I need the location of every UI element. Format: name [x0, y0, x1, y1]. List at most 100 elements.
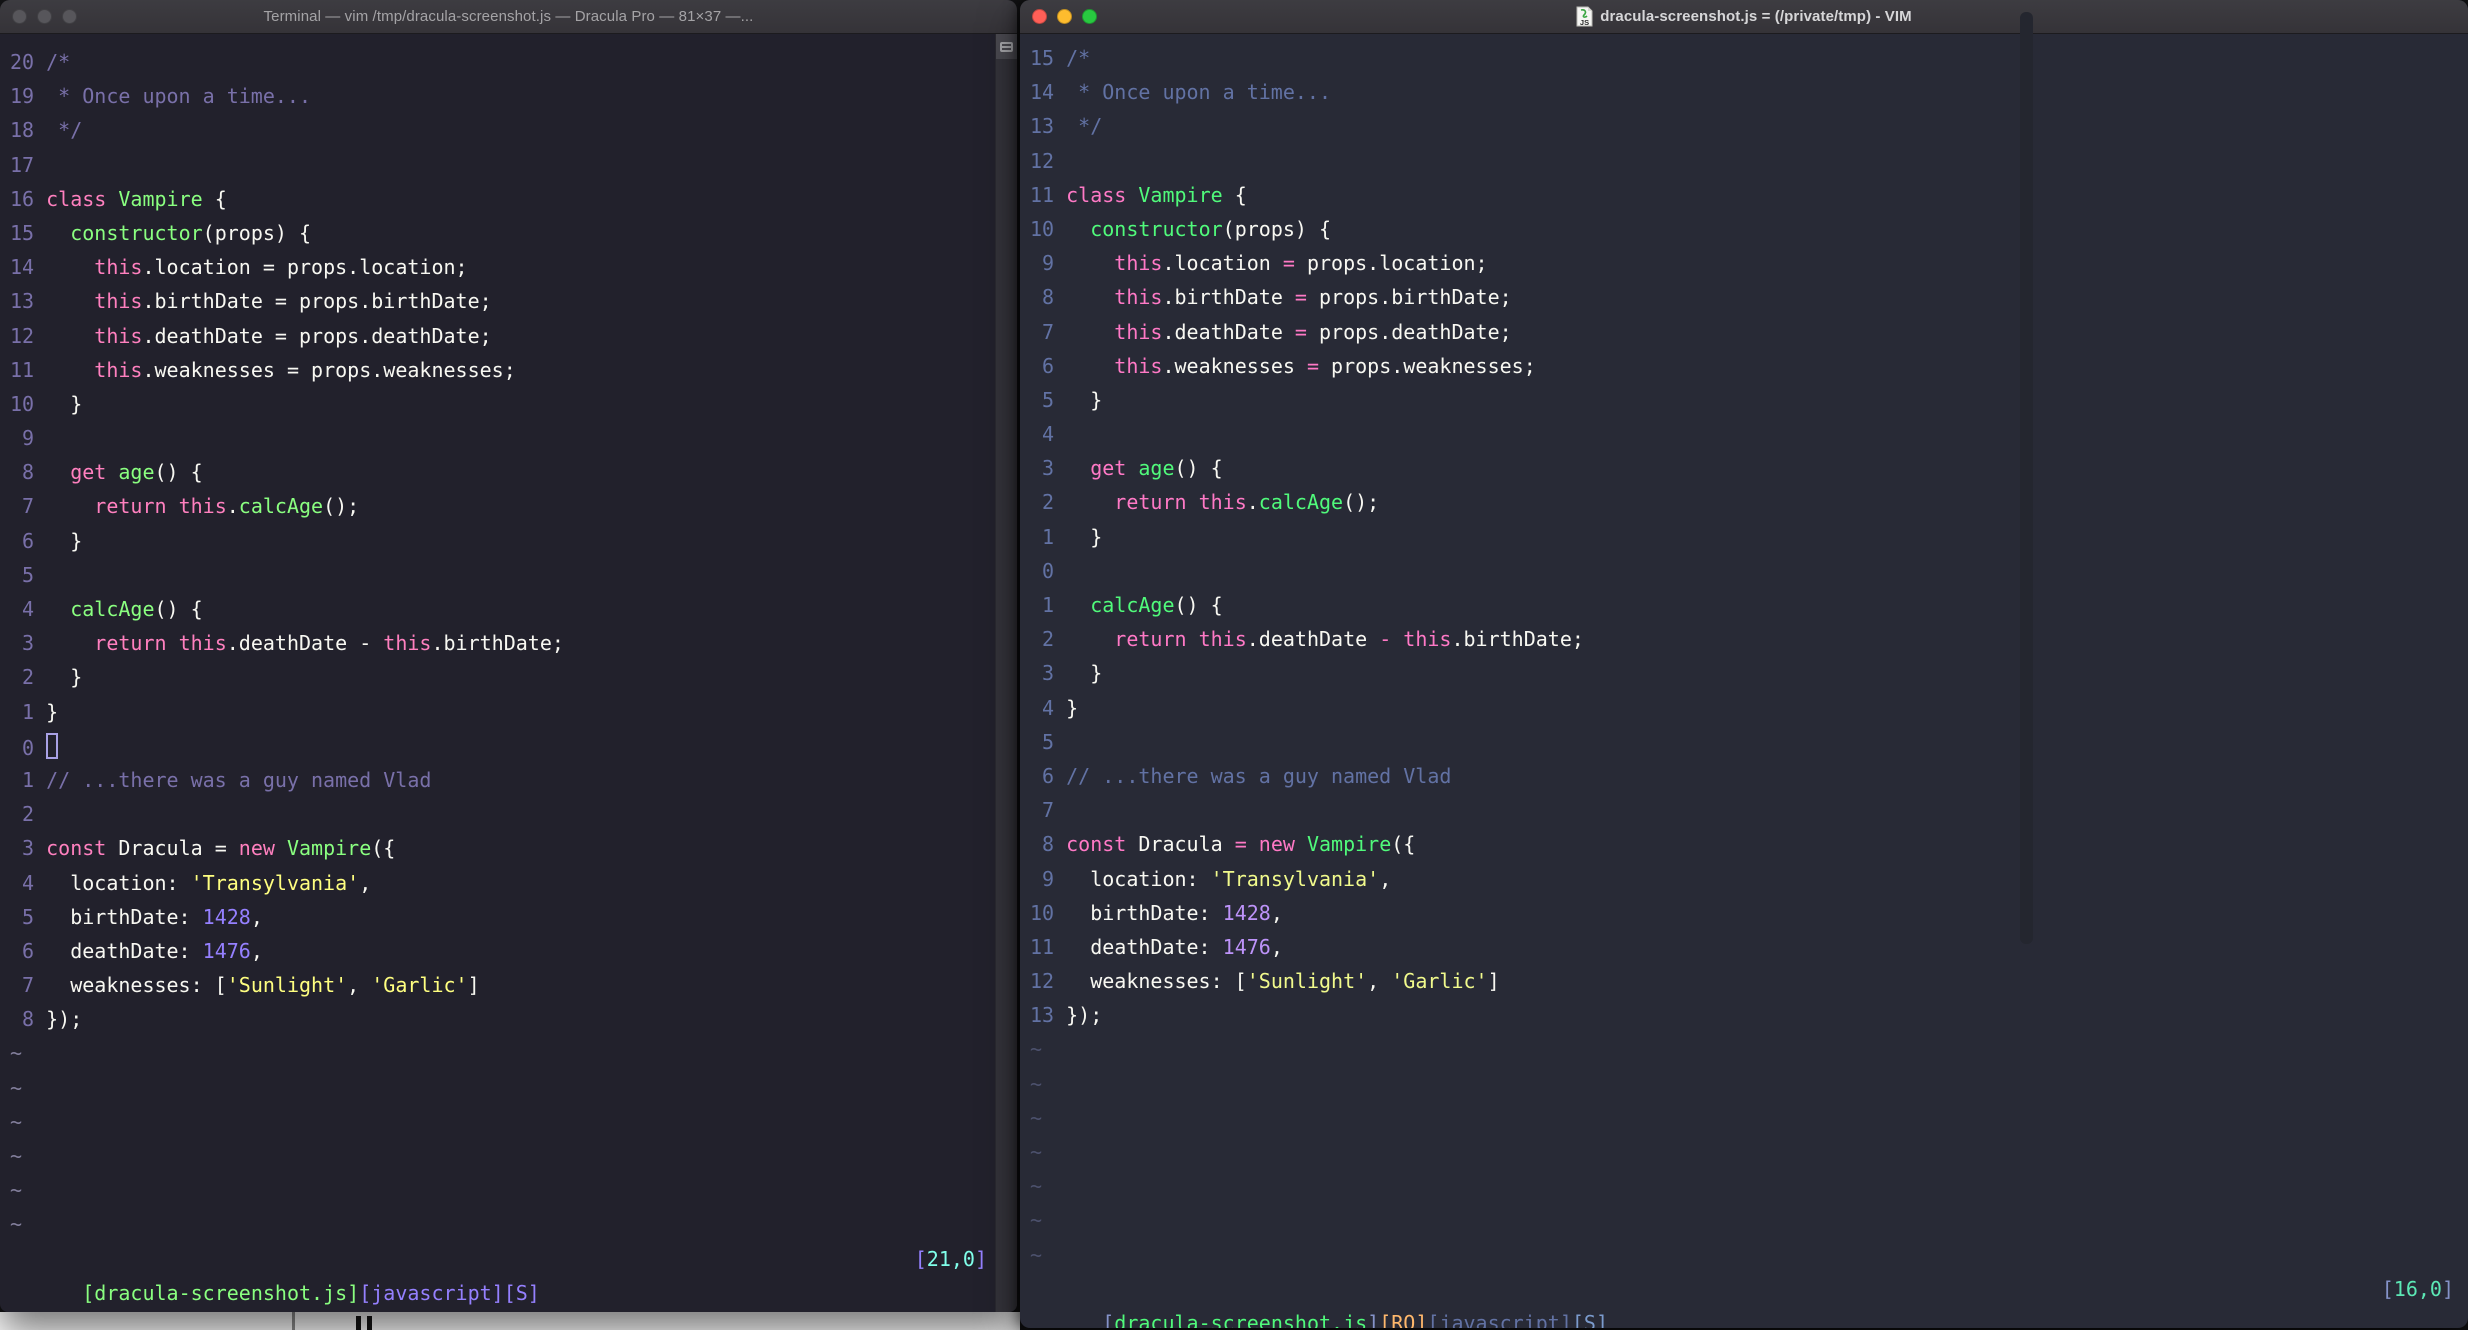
line-number: 1 [1042, 524, 1055, 549]
code-token: /* [1066, 46, 1091, 70]
window-controls [12, 0, 77, 33]
code-token: calcAge [1258, 490, 1344, 515]
code-token: constructor [70, 220, 203, 245]
code-token: return this [94, 494, 227, 519]
code-line: 4} [1030, 691, 2468, 725]
code-token: this [1114, 319, 1163, 344]
code-line: 15 /* [1030, 41, 2468, 75]
macvim-titlebar[interactable]: JS dracula-screenshot.js = (/private/tmp… [1020, 0, 2468, 34]
line-number: 19 [10, 84, 35, 109]
line-number: 17 [10, 152, 35, 177]
code-line: 10 } [10, 387, 1017, 421]
code-token: ] [1487, 969, 1500, 994]
vim-buffer[interactable]: 15/* 14 * Once upon a time... 13 */12 11 cla… [1020, 33, 2468, 1328]
code-token: .location [142, 255, 263, 280]
code-token: } [1066, 524, 1103, 549]
code-token: age [118, 460, 155, 485]
split-pane-button[interactable] [996, 34, 1017, 60]
code-token: birthDate: [1066, 900, 1223, 925]
code-token: , [1367, 969, 1392, 994]
background-text-fragment [367, 1316, 372, 1330]
code-token: .deathDate [1162, 319, 1295, 344]
close-button[interactable] [12, 9, 27, 24]
code-token: 'Transylvania' [1210, 866, 1380, 891]
code-line: 11 deathDate: 1476, [1030, 930, 2468, 964]
empty-buffer-line: ~ [1030, 1169, 2468, 1203]
code-token: const [46, 836, 119, 861]
code-token: .deathDate [226, 631, 360, 656]
close-button[interactable] [1032, 9, 1047, 24]
code-token: () { [1174, 593, 1223, 617]
line-number: 2 [22, 665, 35, 690]
code-line: 2 return this.deathDate - this.birthDate… [1030, 622, 2468, 656]
code-token: [ [2381, 1276, 2394, 1301]
tilde-marker: ~ [1030, 1105, 1043, 1130]
line-number: 13 [1030, 114, 1055, 139]
code-token: this [94, 255, 143, 280]
code-token: } [46, 665, 83, 690]
scrollbar-track[interactable] [996, 59, 1017, 1312]
code-line: 7 this.deathDate = props.deathDate; [1030, 315, 2468, 349]
code-line: 10 constructor(props) { [1030, 212, 2468, 246]
code-token: return this [1114, 490, 1247, 515]
code-token: * Once upon a time... [46, 84, 312, 109]
minimize-button[interactable] [37, 9, 52, 24]
code-line: 7 return this.calcAge(); [10, 489, 1017, 523]
code-line: 2 return this.calcAge(); [1030, 485, 2468, 519]
code-token: - [1379, 627, 1392, 652]
line-number: 11 [1030, 934, 1055, 959]
code-token: location: [1066, 866, 1211, 891]
line-number: 7 [1042, 319, 1055, 344]
js-document-icon[interactable]: JS [1576, 6, 1593, 27]
terminal-titlebar[interactable]: Terminal — vim /tmp/dracula-screenshot.j… [0, 0, 1017, 34]
vim-statusline: [dracula-screenshot.js][javascript][S] [2… [10, 1242, 1017, 1305]
empty-buffer-line: ~ [10, 1207, 1017, 1241]
code-line: 12 [1030, 144, 2468, 178]
code-line: 8 this.birthDate = props.birthDate; [1030, 280, 2468, 314]
code-token: } [1066, 661, 1103, 686]
code-token: props.birthDate; [1306, 285, 1512, 310]
line-number: 12 [1030, 969, 1055, 994]
tilde-marker: ~ [10, 1041, 23, 1066]
line-number: 3 [22, 631, 35, 656]
line-number: 8 [1042, 832, 1055, 857]
line-number: 6 [1042, 353, 1055, 378]
minimize-button[interactable] [1057, 9, 1072, 24]
line-number: 8 [22, 1007, 35, 1032]
code-token: = [274, 289, 287, 314]
code-line: 5 [10, 558, 1017, 592]
code-token: .deathDate [142, 323, 275, 348]
zoom-button[interactable] [62, 9, 77, 24]
code-token: Vampire [286, 836, 372, 861]
code-token: this [1114, 353, 1163, 378]
code-line: 5 birthDate: 1428, [10, 900, 1017, 934]
tilde-marker: ~ [10, 1109, 23, 1134]
zoom-button[interactable] [1082, 9, 1097, 24]
code-token: , [347, 973, 372, 998]
code-token: = [1294, 319, 1307, 344]
scrollbar-track[interactable] [2020, 12, 2033, 944]
vim-buffer[interactable]: 20/* 19 * Once upon a time... 18 */17 16 cla… [0, 33, 1017, 1312]
code-line: 7 weaknesses: ['Sunlight', 'Garlic'] [10, 968, 1017, 1002]
code-token: . [226, 494, 239, 519]
code-line: 6 deathDate: 1476, [10, 934, 1017, 968]
code-token: 1428 [202, 904, 251, 929]
empty-buffer-line: ~ [1030, 1067, 2468, 1101]
code-token: - [359, 631, 372, 656]
code-token: () { [154, 460, 203, 485]
tilde-marker: ~ [1030, 1037, 1043, 1062]
terminal-scrollbar[interactable] [995, 34, 1017, 1312]
line-number: 2 [22, 802, 35, 827]
code-token: = [262, 255, 275, 280]
code-line: 13}); [1030, 998, 2468, 1032]
line-number: 3 [1042, 661, 1055, 686]
line-number: 9 [22, 426, 35, 451]
empty-buffer-line: ~ [10, 1071, 1017, 1105]
